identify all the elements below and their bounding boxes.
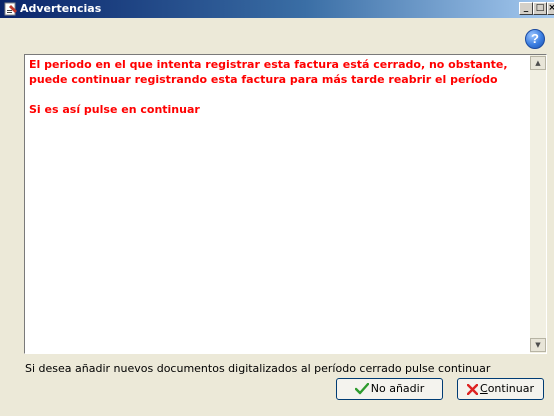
help-icon[interactable]: ? xyxy=(525,29,545,49)
maximize-button[interactable]: □ xyxy=(533,2,547,15)
x-icon xyxy=(467,383,479,395)
message-line-2: puede continuar registrando esta factura… xyxy=(29,73,498,86)
title-bar[interactable]: Advertencias _ □ × xyxy=(0,0,554,18)
no-add-label: No añadir xyxy=(370,382,425,395)
message-line-1: El periodo en el que intenta registrar e… xyxy=(29,58,508,71)
continue-label: Continuar xyxy=(480,382,534,395)
scroll-up-arrow-icon[interactable]: ▲ xyxy=(530,56,546,70)
minimize-button[interactable]: _ xyxy=(519,2,533,15)
footer-hint: Si desea añadir nuevos documentos digita… xyxy=(25,362,491,375)
scroll-down-arrow-icon[interactable]: ▼ xyxy=(530,338,546,352)
no-add-button[interactable]: No añadir xyxy=(336,378,443,400)
message-box: El periodo en el que intenta registrar e… xyxy=(24,54,547,354)
check-icon xyxy=(354,383,369,395)
app-icon xyxy=(4,2,17,16)
message-line-3: Si es así pulse en continuar xyxy=(29,103,200,116)
vertical-scrollbar[interactable]: ▲ ▼ xyxy=(530,55,546,353)
close-button[interactable]: × xyxy=(547,2,554,15)
window-title: Advertencias xyxy=(20,2,102,15)
dialog-window: Advertencias _ □ × ? El periodo en el qu… xyxy=(0,0,554,416)
continue-button[interactable]: Continuar xyxy=(457,378,544,400)
message-text: El periodo en el que intenta registrar e… xyxy=(29,57,525,117)
